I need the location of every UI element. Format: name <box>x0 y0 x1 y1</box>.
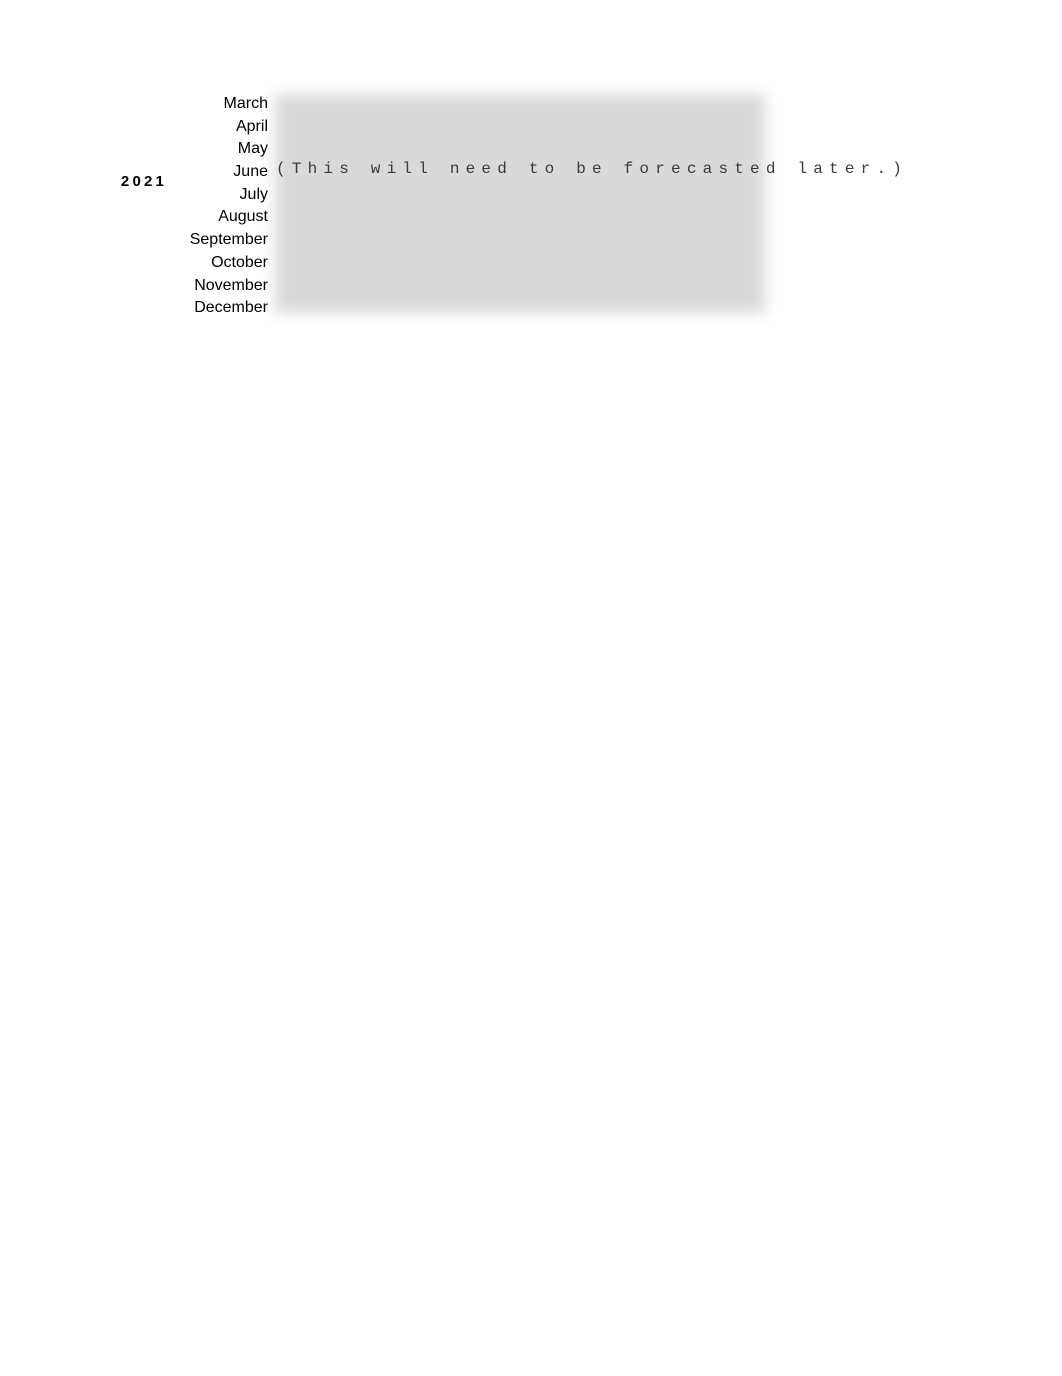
month-label-row: September <box>189 231 268 249</box>
spreadsheet-canvas: 2021 March April May June July August Se… <box>0 0 1062 1376</box>
month-label-row: July <box>239 185 268 203</box>
month-label-row: December <box>194 299 268 317</box>
month-label-row: October <box>211 253 268 271</box>
shaded-region-fill <box>275 94 765 313</box>
month-label-row: August <box>218 208 268 226</box>
month-label-column: March April May June July August Septemb… <box>60 93 268 320</box>
forecast-note-text: (This will need to be forecasted later.) <box>276 160 909 178</box>
month-label-row: May <box>237 140 268 158</box>
month-label-row: March <box>223 95 268 112</box>
month-label-row: April <box>235 117 268 135</box>
month-label-row: November <box>194 276 268 294</box>
month-label-row: June <box>233 163 268 181</box>
shaded-data-region <box>265 86 775 321</box>
